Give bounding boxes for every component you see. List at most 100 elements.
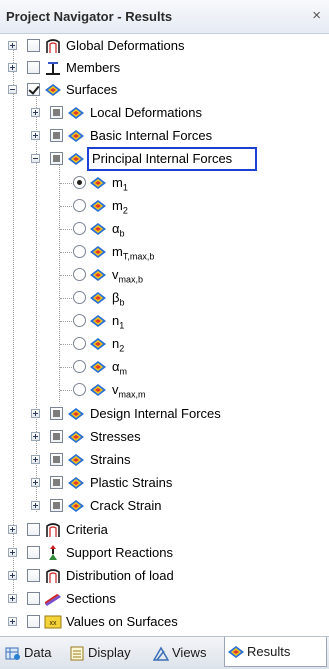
tree-item-criteria[interactable]: Criteria bbox=[0, 519, 329, 541]
tree-item-support-reactions[interactable]: Support Reactions bbox=[0, 542, 329, 564]
tree-item-label: Stresses bbox=[90, 429, 141, 444]
tab-data[interactable]: Data bbox=[2, 641, 64, 667]
radio-button[interactable] bbox=[73, 268, 86, 281]
tree-item-n1[interactable]: n1 bbox=[0, 310, 329, 332]
project-navigator-panel: Project Navigator - Results × Global Def… bbox=[0, 0, 329, 669]
tree-item-v-max-b[interactable]: vmax,b bbox=[0, 264, 329, 286]
tree-item-members[interactable]: Members bbox=[0, 57, 329, 79]
tree-item-design-internal-forces[interactable]: Design Internal Forces bbox=[0, 403, 329, 425]
tree-item-alpha-m[interactable]: αm bbox=[0, 356, 329, 378]
tree-item-stresses[interactable]: Stresses bbox=[0, 426, 329, 448]
checkbox[interactable] bbox=[50, 152, 63, 165]
expand-icon[interactable] bbox=[8, 594, 17, 603]
views-icon bbox=[153, 646, 169, 661]
expand-icon[interactable] bbox=[31, 501, 40, 510]
radio-button[interactable] bbox=[73, 337, 86, 350]
surface-icon bbox=[68, 153, 84, 165]
checkbox[interactable] bbox=[27, 546, 40, 559]
radio-button[interactable] bbox=[73, 176, 86, 189]
tree-item-plastic-strains[interactable]: Plastic Strains bbox=[0, 472, 329, 494]
checkbox[interactable] bbox=[50, 430, 63, 443]
expand-icon[interactable] bbox=[8, 548, 17, 557]
svg-text:xx: xx bbox=[50, 620, 58, 627]
radio-button[interactable] bbox=[73, 360, 86, 373]
surface-icon bbox=[90, 384, 106, 396]
checkbox[interactable] bbox=[50, 476, 63, 489]
navigator-tabs: Data Display Views Results bbox=[0, 636, 329, 669]
tree-item-m1[interactable]: m1 bbox=[0, 172, 329, 194]
expand-icon[interactable] bbox=[31, 409, 40, 418]
tree-item-strains[interactable]: Strains bbox=[0, 449, 329, 471]
surface-icon bbox=[68, 454, 84, 466]
radio-button[interactable] bbox=[73, 245, 86, 258]
tree-item-beta-b[interactable]: βb bbox=[0, 287, 329, 309]
tree-item-label: Local Deformations bbox=[90, 105, 202, 120]
display-icon bbox=[70, 646, 84, 661]
checkbox[interactable] bbox=[50, 453, 63, 466]
checkbox[interactable] bbox=[27, 83, 40, 96]
tree-item-label: Basic Internal Forces bbox=[90, 128, 213, 143]
tree-line bbox=[60, 183, 72, 184]
tree-item-global-deformations[interactable]: Global Deformations bbox=[0, 35, 329, 57]
tree-item-m2[interactable]: m2 bbox=[0, 195, 329, 217]
tree-item-mt-max-b[interactable]: mT,max,b bbox=[0, 241, 329, 263]
tab-label: Views bbox=[172, 645, 207, 660]
surface-icon bbox=[90, 177, 106, 189]
checkbox[interactable] bbox=[50, 407, 63, 420]
checkbox[interactable] bbox=[50, 106, 63, 119]
tab-label: Display bbox=[88, 645, 131, 660]
expand-icon[interactable] bbox=[8, 63, 17, 72]
expand-icon[interactable] bbox=[8, 617, 17, 626]
radio-button[interactable] bbox=[73, 383, 86, 396]
checkbox[interactable] bbox=[27, 615, 40, 628]
surface-icon bbox=[90, 269, 106, 281]
expand-icon[interactable] bbox=[31, 478, 40, 487]
tree-item-surfaces[interactable]: Surfaces bbox=[0, 79, 329, 101]
tab-views[interactable]: Views bbox=[150, 641, 222, 667]
tab-label: Data bbox=[24, 645, 52, 660]
expand-icon[interactable] bbox=[8, 525, 17, 534]
close-icon[interactable]: × bbox=[312, 7, 321, 24]
tab-results[interactable]: Results bbox=[224, 637, 327, 667]
tree-item-alpha-b[interactable]: αb bbox=[0, 218, 329, 240]
tree-item-basic-internal-forces[interactable]: Basic Internal Forces bbox=[0, 125, 329, 147]
expand-icon[interactable] bbox=[31, 131, 40, 140]
tree-item-label: Sections bbox=[66, 591, 116, 606]
support-icon bbox=[49, 545, 57, 560]
radio-button[interactable] bbox=[73, 199, 86, 212]
checkbox[interactable] bbox=[50, 499, 63, 512]
radio-button[interactable] bbox=[73, 222, 86, 235]
checkbox[interactable] bbox=[27, 61, 40, 74]
checkbox[interactable] bbox=[27, 523, 40, 536]
member-icon bbox=[46, 62, 60, 75]
expand-icon[interactable] bbox=[31, 455, 40, 464]
tree-item-sections[interactable]: Sections bbox=[0, 588, 329, 610]
expand-icon[interactable] bbox=[31, 108, 40, 117]
tree-item-label: Members bbox=[66, 60, 121, 75]
tree-item-v-max-m[interactable]: vmax,m bbox=[0, 379, 329, 401]
tree-line bbox=[60, 206, 72, 207]
tree-item-values-on-surfaces[interactable]: xx Values on Surfaces bbox=[0, 611, 329, 633]
checkbox[interactable] bbox=[27, 569, 40, 582]
checkbox[interactable] bbox=[27, 592, 40, 605]
radio-button[interactable] bbox=[73, 291, 86, 304]
checkbox[interactable] bbox=[50, 129, 63, 142]
values-icon: xx bbox=[44, 615, 62, 629]
tree-item-label: vmax,m bbox=[112, 382, 146, 400]
tree-item-n2[interactable]: n2 bbox=[0, 333, 329, 355]
collapse-icon[interactable] bbox=[31, 154, 40, 163]
tree-item-crack-strain[interactable]: Crack Strain bbox=[0, 495, 329, 517]
tree-item-principal-internal-forces[interactable]: Principal Internal Forces bbox=[0, 147, 329, 171]
checkbox[interactable] bbox=[27, 39, 40, 52]
tree-item-label: Surfaces bbox=[66, 82, 118, 97]
expand-icon[interactable] bbox=[8, 571, 17, 580]
results-tree: Global Deformations Members Surfaces Loc… bbox=[0, 34, 329, 636]
surface-icon bbox=[45, 84, 61, 96]
expand-icon[interactable] bbox=[31, 432, 40, 441]
expand-icon[interactable] bbox=[8, 41, 17, 50]
tab-display[interactable]: Display bbox=[66, 641, 146, 667]
radio-button[interactable] bbox=[73, 314, 86, 327]
tree-item-local-deformations[interactable]: Local Deformations bbox=[0, 102, 329, 124]
collapse-icon[interactable] bbox=[8, 85, 17, 94]
tree-item-distribution-of-load[interactable]: Distribution of load bbox=[0, 565, 329, 587]
